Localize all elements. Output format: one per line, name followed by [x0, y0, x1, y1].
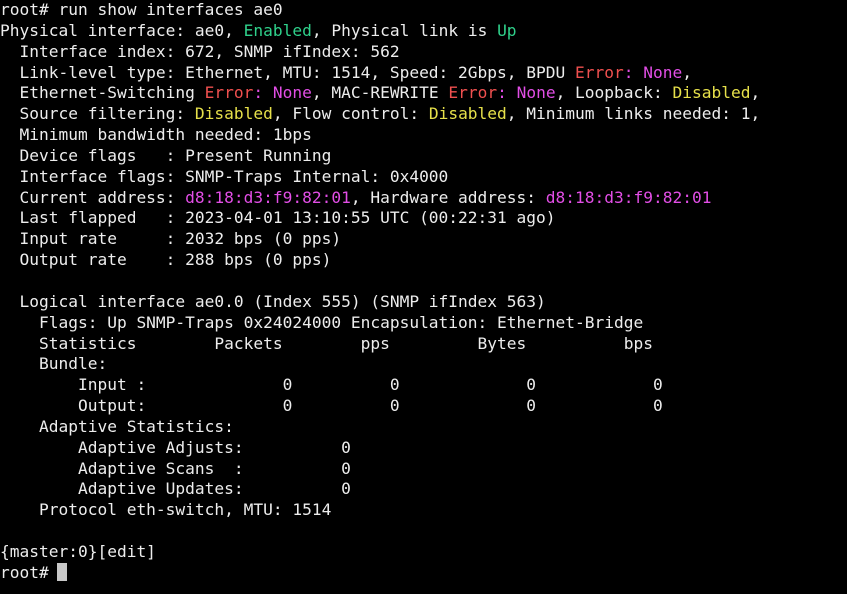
- eth-switching-error-value: None: [272, 83, 312, 103]
- loopback-label: , Loopback:: [555, 83, 673, 103]
- device-flags-text: Device flags : Present Running: [0, 145, 332, 165]
- hardware-address-label: , Hardware address:: [350, 187, 546, 207]
- minimum-links-text: , Minimum links needed: 1,: [506, 104, 761, 124]
- bundle-text: Bundle:: [0, 354, 108, 374]
- eth-switching-colon: :: [253, 83, 273, 103]
- protocol-line: Protocol eth-switch, MTU: 1514: [0, 500, 847, 521]
- link-level-line: Link-level type: Ethernet, MTU: 1514, Sp…: [0, 63, 847, 84]
- adaptive-adjusts-text: Adaptive Adjusts: 0: [0, 437, 351, 457]
- hardware-address-value: d8:18:d3:f9:82:01: [545, 187, 712, 207]
- input-rate-line: Input rate : 2032 bps (0 pps): [0, 229, 847, 250]
- mac-rewrite-error-label: Error: [448, 83, 498, 103]
- bpdu-error-value: None: [643, 62, 683, 82]
- logical-interface-text: Logical interface ae0.0 (Index 555) (SNM…: [0, 291, 546, 311]
- statistics-header-line: Statistics Packets pps Bytes bps: [0, 334, 847, 355]
- mac-rewrite-label: , MAC-REWRITE: [311, 83, 449, 103]
- logical-interface-line: Logical interface ae0.0 (Index 555) (SNM…: [0, 292, 847, 313]
- mac-rewrite-error-value: None: [516, 83, 556, 103]
- flow-control-label: , Flow control:: [272, 104, 429, 124]
- protocol-text: Protocol eth-switch, MTU: 1514: [0, 500, 332, 520]
- eth-switching-suffix: ,: [750, 83, 761, 103]
- adaptive-statistics-line: Adaptive Statistics:: [0, 417, 847, 438]
- address-line: Current address: d8:18:d3:f9:82:01, Hard…: [0, 188, 847, 209]
- input-rate-text: Input rate : 2032 bps (0 pps): [0, 229, 342, 249]
- flow-control-value: Disabled: [428, 104, 507, 124]
- interface-index-line: Interface index: 672, SNMP ifIndex: 562: [0, 42, 847, 63]
- physical-link-label: , Physical link is: [311, 20, 498, 40]
- source-filtering-line: Source filtering: Disabled, Flow control…: [0, 104, 847, 125]
- physical-interface-prefix: Physical interface: ae0,: [0, 20, 244, 40]
- bundle-output-text: Output: 0 0 0 0: [0, 396, 663, 416]
- bpdu-error-colon: :: [623, 62, 644, 82]
- interface-flags-line: Interface flags: SNMP-Traps Internal: 0x…: [0, 167, 847, 188]
- adaptive-adjusts-line: Adaptive Adjusts: 0: [0, 438, 847, 459]
- command-line: root# run show interfaces ae0: [0, 0, 847, 21]
- source-filtering-value: Disabled: [194, 104, 273, 124]
- current-address-label: Current address:: [0, 187, 186, 207]
- interface-flags-text: Interface flags: SNMP-Traps Internal: 0x…: [0, 166, 449, 186]
- logical-flags-text: Flags: Up SNMP-Traps 0x24024000 Encapsul…: [0, 312, 644, 332]
- interface-index-text: Interface index: 672, SNMP ifIndex: 562: [0, 41, 400, 61]
- output-rate-line: Output rate : 288 bps (0 pps): [0, 250, 847, 271]
- source-filtering-label: Source filtering:: [0, 104, 195, 124]
- master-edit-text: {master:0}[edit]: [0, 541, 156, 561]
- loopback-value: Disabled: [672, 83, 751, 103]
- adaptive-updates-text: Adaptive Updates: 0: [0, 479, 351, 499]
- adaptive-scans-text: Adaptive Scans : 0: [0, 458, 351, 478]
- minimum-bandwidth-text: Minimum bandwidth needed: 1bps: [0, 125, 312, 145]
- statistics-header-text: Statistics Packets pps Bytes bps: [0, 333, 653, 353]
- enabled-status: Enabled: [243, 20, 312, 40]
- bundle-input-text: Input : 0 0 0 0: [0, 375, 663, 395]
- terminal-window[interactable]: root# run show interfaces ae0 Physical i…: [0, 0, 847, 594]
- adaptive-updates-line: Adaptive Updates: 0: [0, 479, 847, 500]
- device-flags-line: Device flags : Present Running: [0, 146, 847, 167]
- eth-switching-prefix: Ethernet-Switching: [0, 83, 205, 103]
- prompt-line[interactable]: root#: [0, 562, 847, 584]
- master-edit-line: {master:0}[edit]: [0, 542, 847, 563]
- link-level-prefix: Link-level type: Ethernet, MTU: 1514, Sp…: [0, 62, 575, 82]
- bundle-output-line: Output: 0 0 0 0: [0, 396, 847, 417]
- cursor-block[interactable]: [56, 562, 67, 581]
- last-flapped-text: Last flapped : 2023-04-01 13:10:55 UTC (…: [0, 208, 556, 228]
- bundle-input-line: Input : 0 0 0 0: [0, 375, 847, 396]
- minimum-bandwidth-line: Minimum bandwidth needed: 1bps: [0, 125, 847, 146]
- bpdu-error-label: Error: [575, 62, 624, 82]
- prompt-text: root#: [0, 562, 49, 582]
- last-flapped-line: Last flapped : 2023-04-01 13:10:55 UTC (…: [0, 208, 847, 229]
- adaptive-scans-line: Adaptive Scans : 0: [0, 459, 847, 480]
- bundle-line: Bundle:: [0, 354, 847, 375]
- mac-rewrite-colon: :: [497, 83, 517, 103]
- ethernet-switching-line: Ethernet-Switching Error: None, MAC-REWR…: [0, 83, 847, 104]
- current-address-value: d8:18:d3:f9:82:01: [185, 187, 351, 207]
- link-up-status: Up: [497, 20, 517, 40]
- eth-switching-error-label: Error: [204, 83, 254, 103]
- adaptive-statistics-text: Adaptive Statistics:: [0, 416, 234, 436]
- logical-flags-line: Flags: Up SNMP-Traps 0x24024000 Encapsul…: [0, 313, 847, 334]
- output-rate-text: Output rate : 288 bps (0 pps): [0, 250, 332, 270]
- link-level-suffix: ,: [682, 62, 692, 82]
- command-text: root# run show interfaces ae0: [0, 0, 283, 19]
- physical-interface-line: Physical interface: ae0, Enabled, Physic…: [0, 21, 847, 42]
